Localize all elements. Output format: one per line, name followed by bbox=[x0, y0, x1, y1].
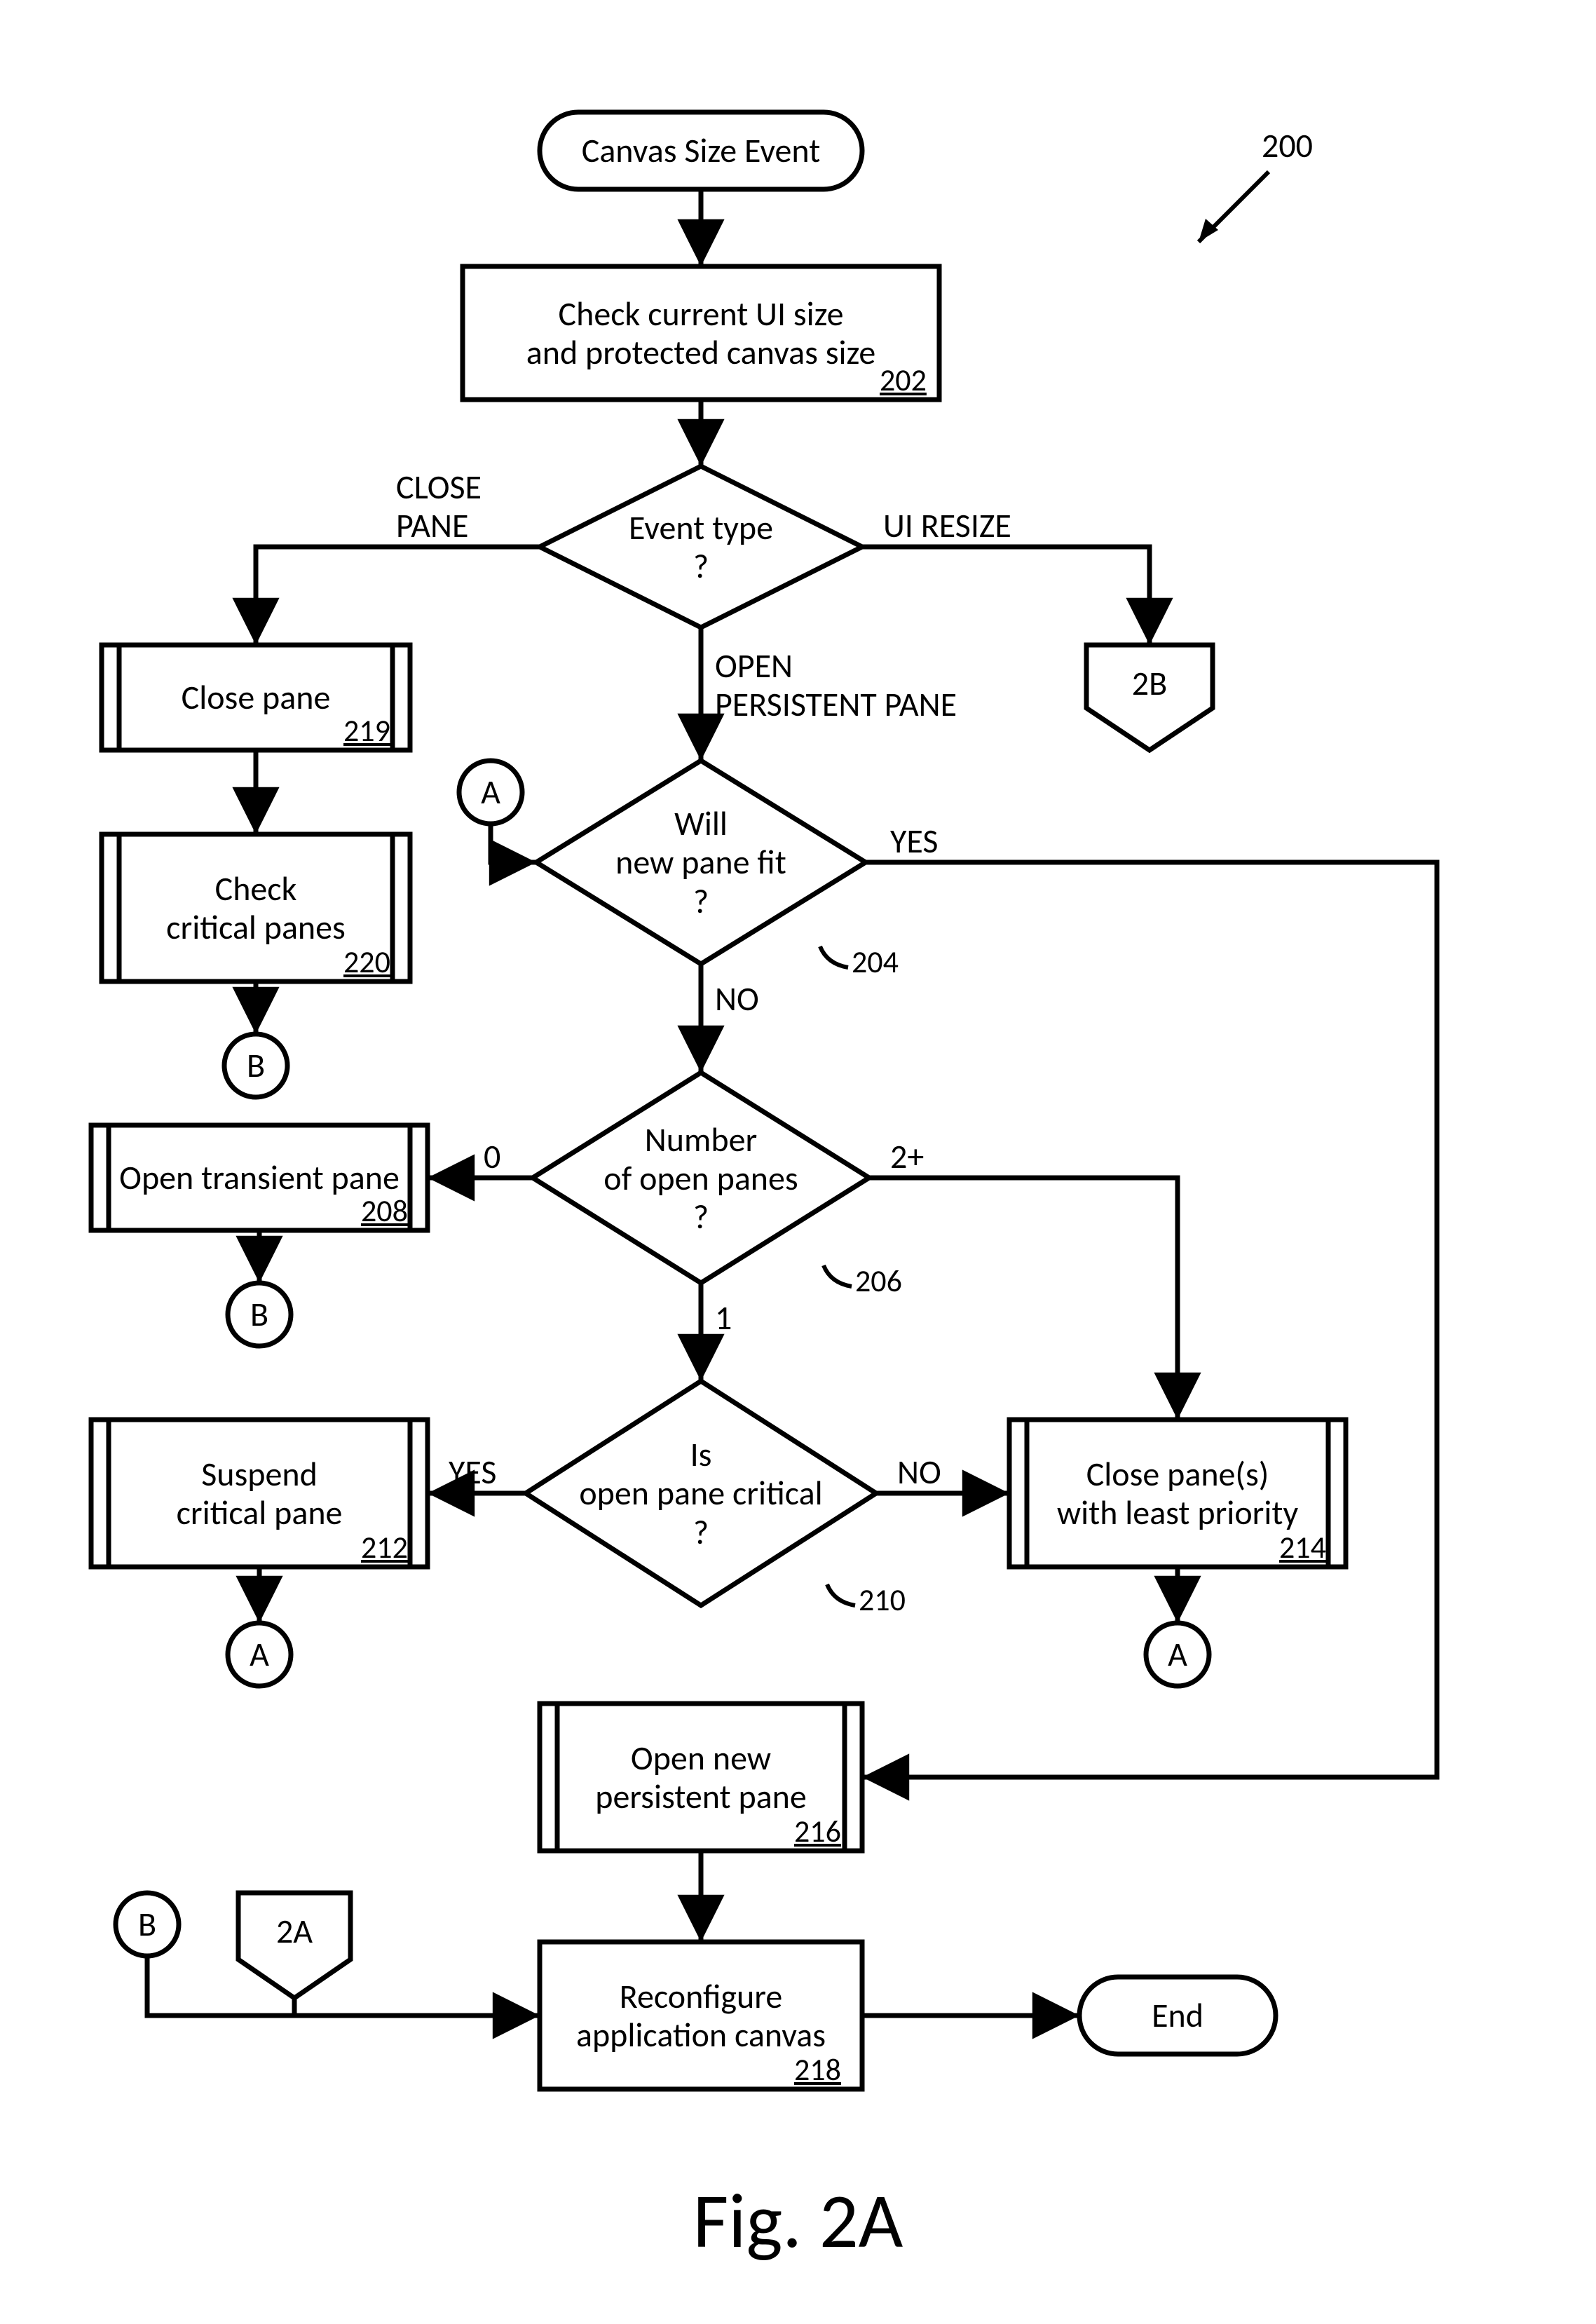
conn-b-out-220-label: B bbox=[247, 1046, 265, 1085]
n219-line1: Close pane bbox=[182, 678, 331, 716]
edge-d204-yes: YES bbox=[890, 820, 938, 862]
off-2a-label: 2A bbox=[276, 1912, 313, 1950]
conn-b-out-208-label: B bbox=[250, 1295, 268, 1333]
n220-line1: Check bbox=[215, 869, 297, 908]
n216-line1: Open new bbox=[631, 1739, 771, 1777]
figure-caption: Fig. 2A bbox=[0, 2173, 1596, 2268]
conn-a-in: A bbox=[459, 761, 522, 824]
n214-line1: Close pane(s) bbox=[1086, 1455, 1269, 1493]
callout-200-arrow bbox=[1199, 172, 1269, 242]
n212-line1: Suspend bbox=[201, 1455, 318, 1493]
flowchart-figure-2a: 200 Canvas Size Event Check current UI s… bbox=[0, 0, 1596, 2324]
d210-line1: Is bbox=[690, 1435, 712, 1474]
off-2b-label: 2B bbox=[1132, 664, 1167, 702]
off-2a: 2A bbox=[238, 1893, 350, 1970]
n214-line2: with least priority bbox=[1057, 1493, 1298, 1532]
n220-ref: 220 bbox=[343, 943, 390, 981]
d210-ref-tick bbox=[827, 1584, 855, 1605]
n212-ref: 212 bbox=[361, 1528, 408, 1566]
d206-ref-tick bbox=[824, 1265, 852, 1286]
edge-close-pane-l2: PANE bbox=[396, 505, 468, 546]
n218-line2: application canvas bbox=[576, 2016, 826, 2054]
d204-line2: new pane fit bbox=[615, 843, 786, 881]
d204-ref-tick bbox=[820, 946, 848, 967]
conn-b-out-220: B bbox=[224, 1034, 287, 1097]
d204-line3: ? bbox=[693, 882, 709, 920]
conn-a-out-214-label: A bbox=[1168, 1635, 1187, 1673]
conn-b-in-label: B bbox=[138, 1905, 156, 1943]
n216-ref: 216 bbox=[794, 1812, 841, 1850]
edge-d206-2plus: 2+ bbox=[890, 1136, 924, 1177]
n208-ref: 208 bbox=[361, 1192, 408, 1230]
edge-d206-1: 1 bbox=[715, 1297, 732, 1338]
n219-ref: 219 bbox=[343, 712, 390, 749]
start-node: Canvas Size Event bbox=[540, 112, 862, 189]
conn-a-in-label: A bbox=[481, 773, 500, 811]
d204-ref: 204 bbox=[852, 943, 899, 981]
start-label: Canvas Size Event bbox=[582, 131, 821, 170]
conn-a-out-214: A bbox=[1146, 1623, 1209, 1686]
d206-line2: of open panes bbox=[603, 1159, 798, 1197]
edge-d210-yes: YES bbox=[449, 1451, 496, 1493]
edge-d206-0: 0 bbox=[484, 1136, 500, 1177]
d206: Number of open panes ? bbox=[568, 1099, 834, 1257]
d210: Is open pane critical ? bbox=[561, 1413, 841, 1574]
d206-line1: Number bbox=[645, 1120, 757, 1159]
d204-line1: Will bbox=[674, 804, 728, 843]
n218-ref: 218 bbox=[794, 2051, 841, 2088]
off-2b: 2B bbox=[1086, 645, 1213, 722]
n214-ref: 214 bbox=[1279, 1528, 1326, 1566]
n202-ref: 202 bbox=[880, 361, 927, 399]
n216-line2: persistent pane bbox=[595, 1777, 807, 1816]
edge-close-pane-l1: CLOSE bbox=[396, 466, 482, 508]
n208-line1: Open transient pane bbox=[119, 1158, 400, 1197]
n202-line1: Check current UI size bbox=[559, 294, 844, 333]
n212-line2: critical pane bbox=[177, 1493, 343, 1532]
edge-ui-resize: UI RESIZE bbox=[883, 505, 1011, 546]
edge-d210-no: NO bbox=[897, 1451, 941, 1493]
conn-b-in: B bbox=[116, 1893, 179, 1956]
d206-ref: 206 bbox=[855, 1262, 902, 1300]
end-node: End bbox=[1079, 1977, 1276, 2054]
end-label: End bbox=[1152, 1996, 1203, 2034]
d-event-line1: Event type bbox=[629, 508, 773, 547]
d206-line3: ? bbox=[693, 1197, 709, 1236]
d210-ref: 210 bbox=[859, 1581, 906, 1619]
callout-200: 200 bbox=[1262, 126, 1313, 165]
n220-line2: critical panes bbox=[166, 908, 346, 946]
n202-line2: and protected canvas size bbox=[526, 333, 876, 372]
edge-open-l2: PERSISTENT PANE bbox=[715, 684, 957, 725]
d210-line2: open pane critical bbox=[579, 1474, 822, 1512]
d-event: Event type ? bbox=[575, 498, 827, 596]
n218-line1: Reconfigure bbox=[620, 1977, 782, 2016]
n202: Check current UI size and protected canv… bbox=[463, 266, 939, 400]
edge-open-l1: OPEN bbox=[715, 645, 793, 686]
d-event-line2: ? bbox=[693, 547, 709, 585]
conn-a-out-212-label: A bbox=[250, 1635, 269, 1673]
d210-line3: ? bbox=[693, 1513, 709, 1551]
d204: Will new pane fit ? bbox=[575, 789, 827, 936]
conn-a-out-212: A bbox=[228, 1623, 291, 1686]
conn-b-out-208: B bbox=[228, 1283, 291, 1346]
edge-d204-no: NO bbox=[715, 978, 759, 1019]
